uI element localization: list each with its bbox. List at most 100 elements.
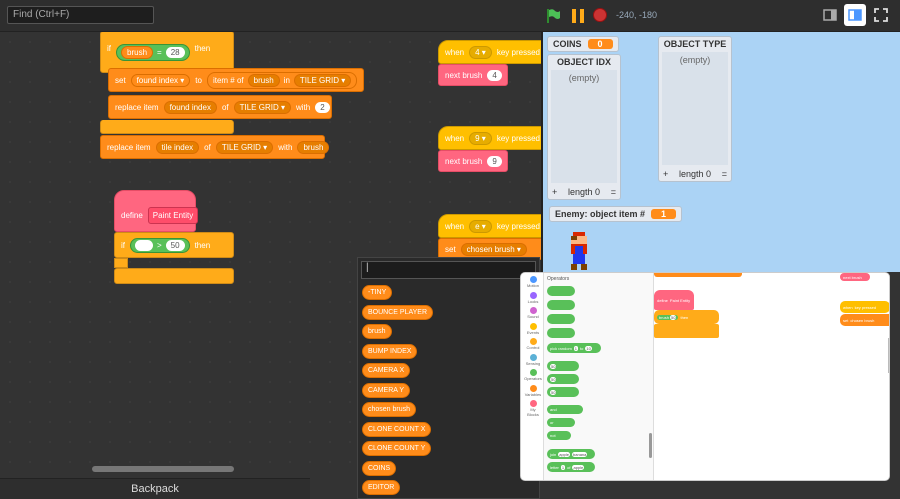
preview-set-chosen-brush[interactable]: set chosen brush [840,314,889,326]
coins-monitor[interactable]: COINS 0 [547,36,619,52]
add-item-button[interactable]: + [552,187,557,197]
preview-or-block[interactable]: or [547,418,575,427]
tile-grid-dropdown[interactable]: TILE GRID ▾ [293,73,352,87]
preview-code-scrollbar[interactable] [888,338,889,373]
normal-stage-button[interactable] [844,4,866,26]
key-4-dropdown[interactable]: 4 ▾ [469,45,492,59]
preview-next-brush-block[interactable]: next brush [840,273,870,281]
value-9[interactable]: 9 [487,155,502,167]
preview-define-block[interactable]: define Paint Entity [654,290,694,310]
preview-and-block[interactable]: and [547,405,583,414]
replace-item-block[interactable]: replace item found index of TILE GRID ▾ … [108,95,332,119]
object-idx-list[interactable]: OBJECT IDX (empty) + length 0 = [547,54,621,200]
resize-handle-2[interactable]: = [722,169,727,179]
stop-icon[interactable] [593,8,607,22]
key-e-dropdown[interactable]: e ▾ [469,219,492,233]
pause-icon[interactable] [570,8,586,24]
when-e-key-hat[interactable]: when e ▾ key pressed [438,214,541,238]
palette-variable-item[interactable]: -TINY [362,285,393,300]
fullscreen-icon [874,8,888,22]
preview-equals-block[interactable]: 50 [547,387,579,397]
preview-add-block[interactable] [547,286,575,296]
preview-join-block[interactable]: join apple banana [547,449,595,459]
category-control[interactable]: Control [524,338,542,350]
category-sensing[interactable]: Sensing [524,353,542,366]
preview-less-block[interactable]: 50 [547,374,579,384]
empty-slot[interactable] [135,239,153,251]
palette-variable-item[interactable]: chosen brush [362,402,417,417]
stage[interactable]: COINS 0 OBJECT IDX (empty) + length 0 = … [541,32,900,272]
preview-when-hat[interactable]: when key pressed [840,301,889,313]
backpack-bar[interactable]: Backpack [0,478,310,499]
preview-letter-block[interactable]: letter 1 of apple [547,462,595,472]
preview-multiply-block[interactable] [547,314,575,324]
palette-variable-item[interactable]: BUMP INDEX [362,343,418,359]
object-type-list[interactable]: OBJECT TYPE (empty) + length 0 = [658,36,732,182]
category-operators[interactable]: Operators [524,369,542,381]
category-looks[interactable]: Looks [524,291,542,304]
found-index-reporter[interactable]: found index [163,100,217,114]
chosen-brush-dropdown[interactable]: chosen brush ▾ [460,242,527,256]
replace-item-block-2[interactable]: replace item tile index of TILE GRID ▾ w… [100,135,330,159]
fullscreen-button[interactable] [870,4,892,26]
key-9-dropdown[interactable]: 9 ▾ [469,131,492,145]
enemy-label: Enemy: object item # [555,209,646,219]
category-motion[interactable]: Motion [524,276,542,288]
preview-palette-scrollbar[interactable] [649,433,652,458]
add-item-button-2[interactable]: + [663,169,668,179]
palette-search-input[interactable]: | [361,261,536,279]
brush-reporter-2[interactable]: brush [247,73,280,87]
resize-handle[interactable]: = [611,187,616,197]
variable-palette-popup[interactable]: | -TINY BOUNCE PLAYER brush BUMP INDEX CAMER… [357,257,540,499]
green-flag-icon[interactable] [545,8,561,24]
found-index-dropdown[interactable]: found index ▾ [130,73,191,87]
brush-reporter-3[interactable]: brush [297,140,330,154]
preview-pick-random-block[interactable]: pick random 1 to 10 [547,343,601,353]
value-28[interactable]: 28 [165,47,185,58]
palette-variable-item[interactable]: brush [362,324,392,339]
value-4[interactable]: 4 [487,69,502,81]
if-block[interactable]: if brush = 28 then [100,32,234,73]
preview-if-block[interactable]: brush 50 then [654,310,719,324]
when-4-key-hat[interactable]: when 4 ▾ key pressed [438,40,541,64]
next-brush-block[interactable]: next brush 4 [438,64,508,86]
tile-grid-text: TILE GRID [299,75,340,85]
editor-preview-window[interactable]: Motion Looks Sound Events Control Sensing Oper… [520,272,890,481]
palette-variable-item[interactable]: CLONE COUNT X [362,421,432,437]
tile-index-reporter[interactable]: tile index [155,140,200,154]
preview-divide-block[interactable] [547,328,575,338]
category-sound[interactable]: Sound [524,307,542,319]
preview-subtract-block[interactable] [547,300,575,310]
when-9-key-hat[interactable]: when 9 ▾ key pressed [438,126,541,150]
define-paint-entity-block[interactable]: define Paint Entity [114,190,199,232]
palette-variable-item[interactable]: BOUNCE PLAYER [362,304,433,320]
enemy-monitor[interactable]: Enemy: object item # 1 [549,206,683,222]
preview-greater-block[interactable]: 50 [547,361,579,371]
next-brush-block-2[interactable]: next brush 9 [438,150,508,172]
palette-variable-item[interactable]: EDITOR [362,480,401,495]
horizontal-scrollbar[interactable] [92,466,234,472]
item-num-of-reporter[interactable]: item # of brush in TILE GRID ▾ [206,71,358,89]
palette-variable-item[interactable]: CAMERA Y [362,382,411,398]
find-input[interactable]: Find (Ctrl+F) [7,6,154,24]
if-block-2[interactable]: if > 50 then [114,232,234,258]
small-stage-button[interactable] [819,4,841,26]
value-2[interactable]: 2 [315,101,330,113]
preview-code-area[interactable]: define Paint Entity brush 50 then next b… [654,273,889,480]
palette-variable-item[interactable]: CLONE COUNT Y [362,441,432,456]
category-events[interactable]: Events [524,322,542,335]
category-variables[interactable]: Variables [524,384,542,397]
set-found-index-block[interactable]: set found index ▾ to item # of brush in … [108,68,364,92]
category-my-blocks[interactable]: My Blocks [524,400,542,417]
tile-grid-dropdown-2[interactable]: TILE GRID ▾ [233,100,291,114]
palette-variable-item[interactable]: CAMERA X [362,363,411,378]
tile-grid-dropdown-3[interactable]: TILE GRID ▾ [215,140,274,154]
brush-reporter[interactable]: brush [121,46,154,59]
mario-sprite[interactable] [569,232,589,270]
value-50[interactable]: 50 [165,239,185,251]
or-text: or [550,420,554,425]
palette-variable-item[interactable]: COINS [362,460,397,476]
greater-operator[interactable]: > 50 [130,237,190,253]
preview-not-block[interactable]: not [547,431,571,440]
equals-operator[interactable]: brush = 28 [116,44,190,61]
